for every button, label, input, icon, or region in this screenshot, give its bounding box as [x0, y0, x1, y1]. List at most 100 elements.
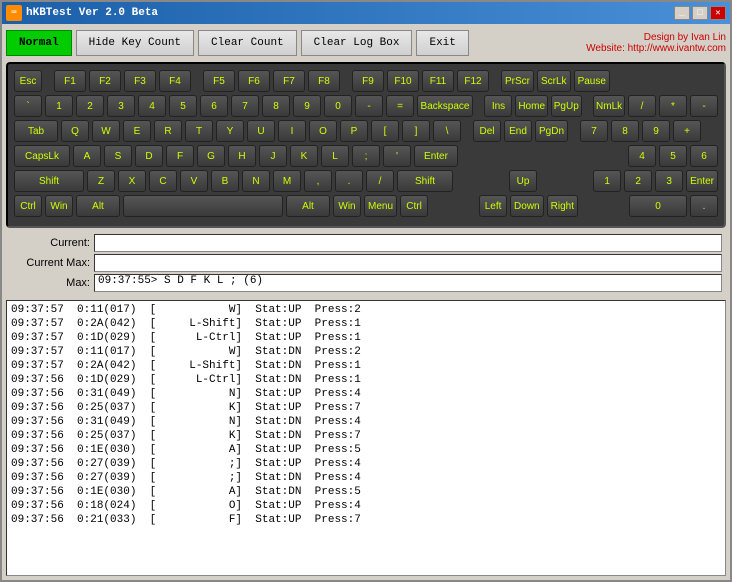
- key-f3[interactable]: F3: [124, 70, 156, 92]
- key-comma[interactable]: ,: [304, 170, 332, 192]
- key-np5[interactable]: 5: [659, 145, 687, 167]
- key-np6[interactable]: 6: [690, 145, 718, 167]
- key-np9[interactable]: 9: [642, 120, 670, 142]
- key-s[interactable]: S: [104, 145, 132, 167]
- maximize-button[interactable]: □: [692, 6, 708, 20]
- clear-count-button[interactable]: Clear Count: [198, 30, 297, 56]
- key-f6[interactable]: F6: [238, 70, 270, 92]
- key-c[interactable]: C: [149, 170, 177, 192]
- key-lbracket[interactable]: [: [371, 120, 399, 142]
- key-pause[interactable]: Pause: [574, 70, 610, 92]
- key-del[interactable]: Del: [473, 120, 501, 142]
- key-m[interactable]: M: [273, 170, 301, 192]
- key-period[interactable]: .: [335, 170, 363, 192]
- key-enter[interactable]: Enter: [414, 145, 458, 167]
- minimize-button[interactable]: _: [674, 6, 690, 20]
- close-button[interactable]: ✕: [710, 6, 726, 20]
- key-z[interactable]: Z: [87, 170, 115, 192]
- key-4[interactable]: 4: [138, 95, 166, 117]
- key-b[interactable]: B: [211, 170, 239, 192]
- key-rwin[interactable]: Win: [333, 195, 361, 217]
- key-scrlk[interactable]: ScrLk: [537, 70, 571, 92]
- key-g[interactable]: G: [197, 145, 225, 167]
- key-f10[interactable]: F10: [387, 70, 419, 92]
- key-p[interactable]: P: [340, 120, 368, 142]
- key-n[interactable]: N: [242, 170, 270, 192]
- key-rshift[interactable]: Shift: [397, 170, 453, 192]
- key-6[interactable]: 6: [200, 95, 228, 117]
- key-left[interactable]: Left: [479, 195, 507, 217]
- key-7[interactable]: 7: [231, 95, 259, 117]
- max-field[interactable]: 09:37:55> S D F K L ; (6): [94, 274, 722, 292]
- key-e[interactable]: E: [123, 120, 151, 142]
- key-prtscr[interactable]: PrScr: [501, 70, 534, 92]
- key-backtick[interactable]: `: [14, 95, 42, 117]
- key-lshift[interactable]: Shift: [14, 170, 84, 192]
- key-backslash[interactable]: \: [433, 120, 461, 142]
- key-end[interactable]: End: [504, 120, 532, 142]
- key-pgup[interactable]: PgUp: [551, 95, 582, 117]
- key-slash[interactable]: /: [366, 170, 394, 192]
- key-y[interactable]: Y: [216, 120, 244, 142]
- key-w[interactable]: W: [92, 120, 120, 142]
- key-tab[interactable]: Tab: [14, 120, 58, 142]
- key-j[interactable]: J: [259, 145, 287, 167]
- key-np1[interactable]: 1: [593, 170, 621, 192]
- key-quote[interactable]: ': [383, 145, 411, 167]
- key-np3[interactable]: 3: [655, 170, 683, 192]
- hide-key-count-button[interactable]: Hide Key Count: [76, 30, 194, 56]
- key-ins[interactable]: Ins: [484, 95, 512, 117]
- log-area[interactable]: 09:37:57 0:11(017) [ W] Stat:UP Press:20…: [6, 300, 726, 576]
- key-np-star[interactable]: *: [659, 95, 687, 117]
- key-np-dot[interactable]: .: [690, 195, 718, 217]
- key-k[interactable]: K: [290, 145, 318, 167]
- key-i[interactable]: I: [278, 120, 306, 142]
- key-t[interactable]: T: [185, 120, 213, 142]
- key-f11[interactable]: F11: [422, 70, 454, 92]
- key-0[interactable]: 0: [324, 95, 352, 117]
- key-x[interactable]: X: [118, 170, 146, 192]
- key-np7[interactable]: 7: [580, 120, 608, 142]
- key-f7[interactable]: F7: [273, 70, 305, 92]
- key-5[interactable]: 5: [169, 95, 197, 117]
- key-pgdn[interactable]: PgDn: [535, 120, 568, 142]
- key-semicolon[interactable]: ;: [352, 145, 380, 167]
- key-v[interactable]: V: [180, 170, 208, 192]
- key-h[interactable]: H: [228, 145, 256, 167]
- key-1[interactable]: 1: [45, 95, 73, 117]
- current-max-field[interactable]: [94, 254, 722, 272]
- key-np-slash[interactable]: /: [628, 95, 656, 117]
- key-np-minus[interactable]: -: [690, 95, 718, 117]
- key-right[interactable]: Right: [547, 195, 578, 217]
- key-menu[interactable]: Menu: [364, 195, 397, 217]
- key-rctrl[interactable]: Ctrl: [400, 195, 428, 217]
- key-a[interactable]: A: [73, 145, 101, 167]
- key-r[interactable]: R: [154, 120, 182, 142]
- current-field[interactable]: [94, 234, 722, 252]
- key-minus[interactable]: -: [355, 95, 383, 117]
- key-lwin[interactable]: Win: [45, 195, 73, 217]
- key-d[interactable]: D: [135, 145, 163, 167]
- key-capslock[interactable]: CapsLk: [14, 145, 70, 167]
- key-np-enter[interactable]: Enter: [686, 170, 718, 192]
- key-f12[interactable]: F12: [457, 70, 489, 92]
- key-u[interactable]: U: [247, 120, 275, 142]
- key-up[interactable]: Up: [509, 170, 537, 192]
- key-down[interactable]: Down: [510, 195, 544, 217]
- key-esc[interactable]: Esc: [14, 70, 42, 92]
- key-q[interactable]: Q: [61, 120, 89, 142]
- key-equals[interactable]: =: [386, 95, 414, 117]
- key-8[interactable]: 8: [262, 95, 290, 117]
- key-backspace[interactable]: Backspace: [417, 95, 473, 117]
- key-ralt[interactable]: Alt: [286, 195, 330, 217]
- key-rbracket[interactable]: ]: [402, 120, 430, 142]
- key-numlk[interactable]: NmLk: [593, 95, 625, 117]
- key-np8[interactable]: 8: [611, 120, 639, 142]
- key-home[interactable]: Home: [515, 95, 547, 117]
- key-9[interactable]: 9: [293, 95, 321, 117]
- key-np2[interactable]: 2: [624, 170, 652, 192]
- key-3[interactable]: 3: [107, 95, 135, 117]
- key-f2[interactable]: F2: [89, 70, 121, 92]
- key-f4[interactable]: F4: [159, 70, 191, 92]
- key-np-plus[interactable]: +: [673, 120, 701, 142]
